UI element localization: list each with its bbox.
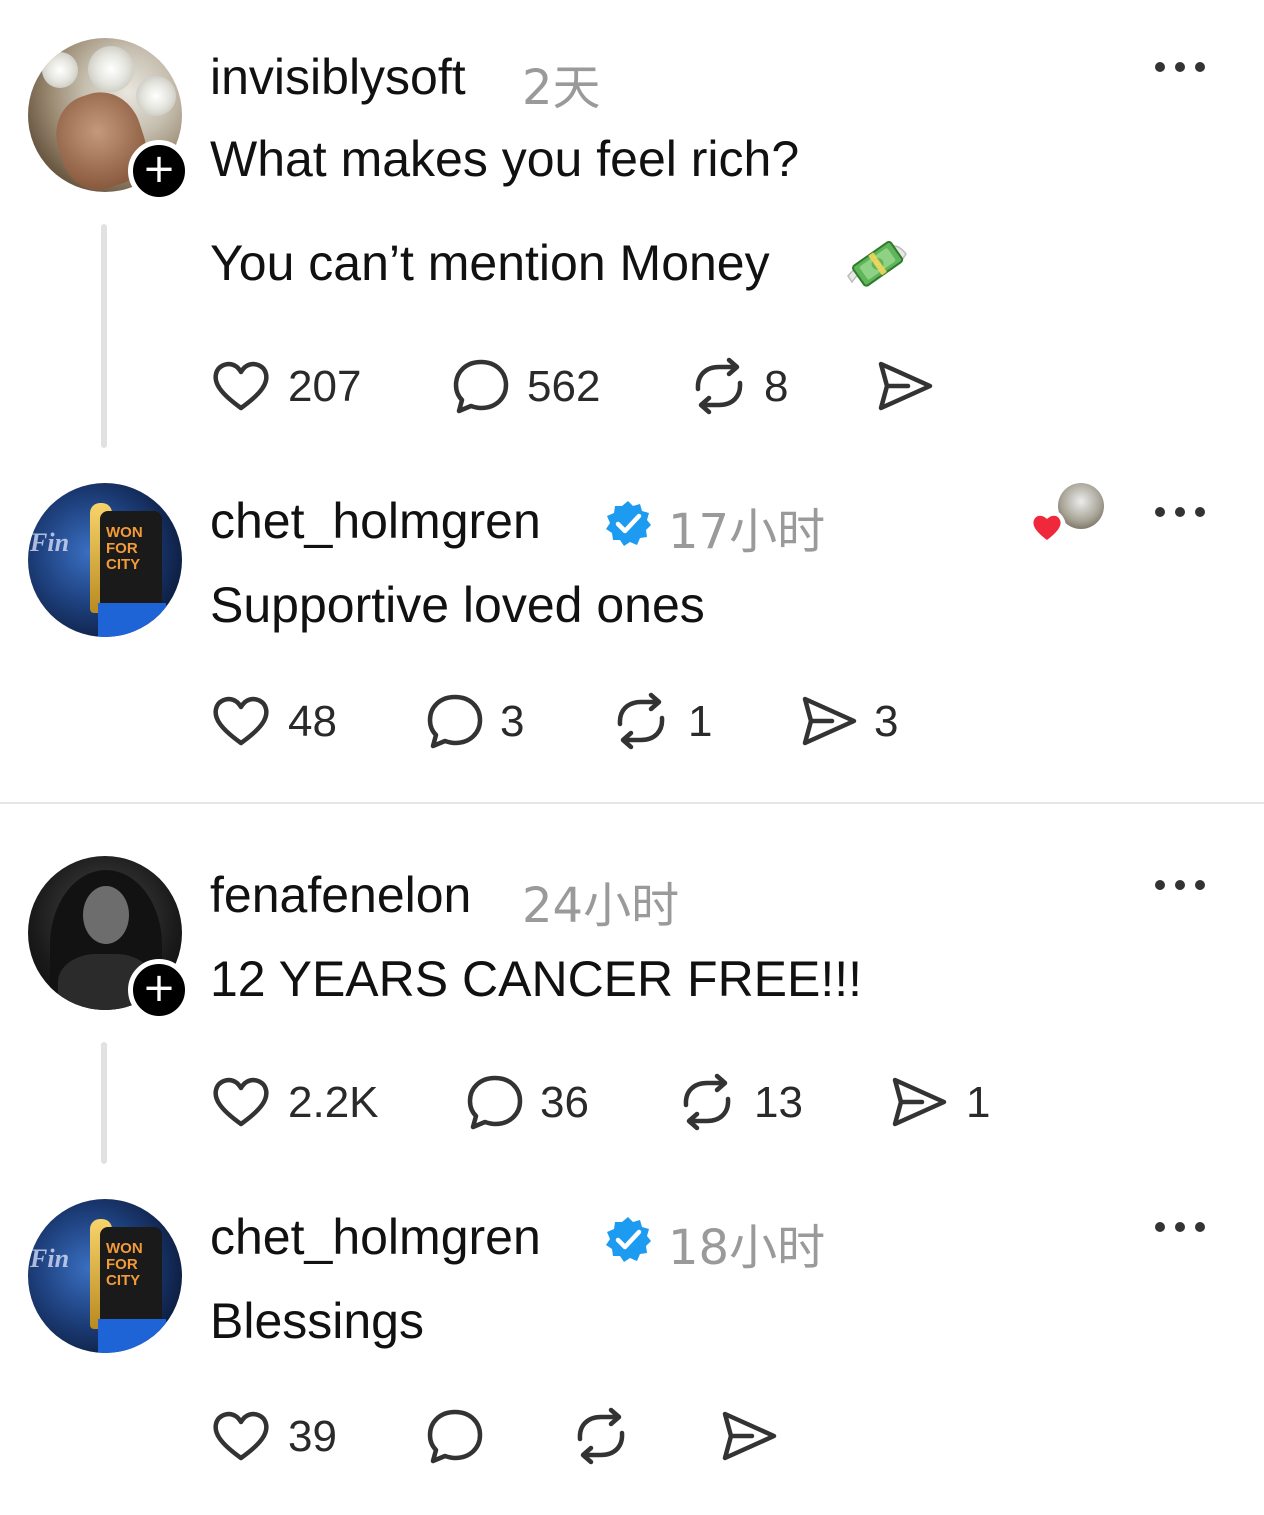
- share-count: 1: [966, 1078, 991, 1127]
- money-with-wings-icon: $: [847, 240, 907, 287]
- heart-icon[interactable]: [210, 1071, 272, 1133]
- repost-icon[interactable]: [570, 1405, 632, 1467]
- send-icon[interactable]: [798, 690, 860, 752]
- username[interactable]: fenafenelon: [210, 866, 471, 924]
- repost-count: 1: [688, 697, 713, 746]
- post-time: 17小时: [668, 504, 826, 560]
- avatar[interactable]: Fin WON FOR CITY: [28, 483, 182, 637]
- share-count: 3: [874, 697, 899, 746]
- verified-badge-icon: [604, 499, 652, 547]
- like-count: 39: [288, 1412, 337, 1461]
- like-count: 2.2K: [288, 1078, 379, 1127]
- repost-count: 8: [764, 362, 789, 411]
- post-text-line: 12 YEARS CANCER FREE!!!: [210, 951, 863, 1007]
- post-time: 2天: [522, 60, 601, 116]
- like-count: 48: [288, 697, 337, 746]
- send-icon[interactable]: [718, 1405, 780, 1467]
- reply-count: 562: [527, 362, 601, 411]
- thread-line: [101, 1042, 107, 1164]
- follow-plus-icon[interactable]: +: [128, 959, 190, 1021]
- repost-count: 13: [754, 1078, 803, 1127]
- post-text-line: Supportive loved ones: [210, 577, 705, 633]
- send-icon[interactable]: [874, 355, 936, 417]
- more-options-icon[interactable]: [1155, 878, 1205, 892]
- username[interactable]: chet_holmgren: [210, 1208, 541, 1266]
- divider: [0, 802, 1264, 804]
- liked-heart-icon: [1028, 508, 1066, 546]
- username[interactable]: invisiblysoft: [210, 48, 466, 106]
- send-icon[interactable]: [888, 1071, 950, 1133]
- comment-icon[interactable]: [450, 355, 512, 417]
- more-options-icon[interactable]: [1155, 1220, 1205, 1234]
- comment-icon[interactable]: [424, 690, 486, 752]
- comment-icon[interactable]: [424, 1405, 486, 1467]
- post-text-line: You can’t mention Money: [210, 235, 770, 291]
- reply-count: 36: [540, 1078, 589, 1127]
- post-text-line: What makes you feel rich?: [210, 131, 800, 187]
- verified-badge-icon: [604, 1215, 652, 1263]
- reply-count: 3: [500, 697, 525, 746]
- like-count: 207: [288, 362, 362, 411]
- more-options-icon[interactable]: [1155, 60, 1205, 74]
- username[interactable]: chet_holmgren: [210, 492, 541, 550]
- post-time: 24小时: [522, 878, 680, 934]
- post-text-line: Blessings: [210, 1293, 424, 1349]
- comment-icon[interactable]: [464, 1071, 526, 1133]
- repost-icon[interactable]: [610, 690, 672, 752]
- post-time: 18小时: [668, 1220, 826, 1276]
- heart-icon[interactable]: [210, 355, 272, 417]
- more-options-icon[interactable]: [1155, 505, 1205, 519]
- heart-icon[interactable]: [210, 690, 272, 752]
- follow-plus-icon[interactable]: +: [128, 140, 190, 202]
- thread-line: [101, 224, 107, 448]
- heart-icon[interactable]: [210, 1405, 272, 1467]
- repost-icon[interactable]: [688, 355, 750, 417]
- repost-icon[interactable]: [676, 1071, 738, 1133]
- avatar[interactable]: Fin WON FOR CITY: [28, 1199, 182, 1353]
